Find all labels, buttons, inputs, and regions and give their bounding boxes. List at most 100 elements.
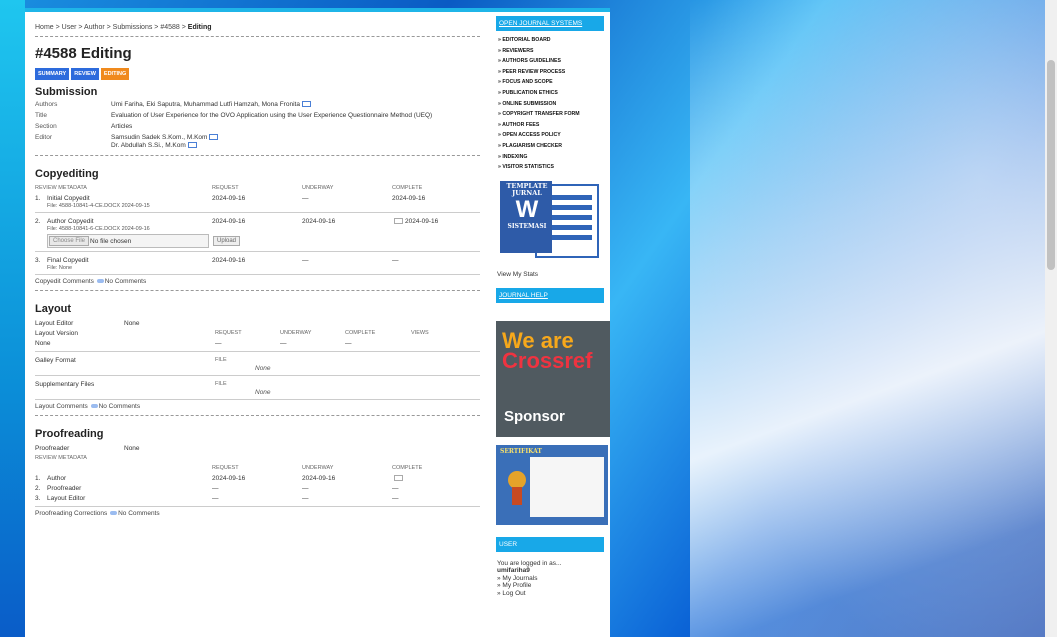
breadcrumb-submissions[interactable]: Submissions <box>113 24 153 31</box>
sidebar-item-plagiarism[interactable]: » PLAGIARISM CHECKER <box>498 141 610 152</box>
row-complete: — <box>392 494 399 502</box>
row-name: Author <box>47 474 67 482</box>
col-file: FILE <box>215 381 227 387</box>
sidebar-item-open-access[interactable]: » OPEN ACCESS POLICY <box>498 130 610 141</box>
comment-icon[interactable] <box>110 511 118 516</box>
col-complete: COMPLETE <box>392 465 423 471</box>
col-views: VIEWS <box>411 330 429 336</box>
journal-help-link[interactable]: JOURNAL HELP <box>496 287 604 303</box>
page-scrollbar[interactable] <box>1045 0 1057 637</box>
tab-summary[interactable]: SUMMARY <box>35 68 70 80</box>
file-link[interactable]: File: 4588-10841-6-CE.DOCX 2024-09-16 <box>35 226 480 232</box>
breadcrumb-author[interactable]: Author <box>84 24 105 31</box>
layout-heading: Layout <box>35 303 72 315</box>
col-underway: UNDERWAY <box>280 330 312 336</box>
row-name: Author Copyedit <box>47 217 94 225</box>
email-icon[interactable] <box>394 217 403 224</box>
sidebar-item-publication-ethics[interactable]: » PUBLICATION ETHICS <box>498 88 610 99</box>
ojs-link[interactable]: OPEN JOURNAL SYSTEMS <box>496 16 604 31</box>
supp-none: None <box>255 389 271 396</box>
sidebar-item-indexing[interactable]: » INDEXING <box>498 152 610 163</box>
col-file: FILE <box>215 357 227 363</box>
sidebar-item-visitor-stats[interactable]: » VISITOR STATISTICS <box>498 162 610 173</box>
my-profile-link[interactable]: » My Profile <box>488 582 610 590</box>
row-request: 2024-09-16 <box>212 474 246 482</box>
comment-icon[interactable] <box>90 404 98 409</box>
file-input[interactable]: Choose File No file chosen <box>47 234 209 248</box>
copyediting-heading: Copyediting <box>35 168 99 180</box>
row-complete: — <box>392 484 399 492</box>
row-underway: — <box>302 484 309 492</box>
col-request: REQUEST <box>212 185 239 191</box>
layout-complete: — <box>345 339 352 347</box>
copyedit-comments[interactable]: Copyedit Comments No Comments <box>35 278 480 285</box>
logout-link[interactable]: » Log Out <box>488 590 610 598</box>
choose-file-button[interactable]: Choose File <box>49 236 90 246</box>
file-link[interactable]: File: 4588-10841-4-CE.DOCX 2024-09-15 <box>35 203 480 209</box>
sidebar-item-author-fees[interactable]: » AUTHOR FEES <box>498 120 610 131</box>
authors-value: Umi Fariha, Eki Saputra, Muhammad Lutfi … <box>111 101 300 108</box>
row-number: 1. <box>35 474 41 482</box>
table-row: 2. Author Copyedit 2024-09-16 2024-09-16… <box>35 216 480 226</box>
page-title: #4588 Editing <box>35 45 132 62</box>
col-underway: UNDERWAY <box>302 185 334 191</box>
sidebar-item-peer-review[interactable]: » PEER REVIEW PROCESS <box>498 67 610 78</box>
editor-1: Samsudin Sadek S.Kom., M.Kom <box>111 134 208 141</box>
table-row: 2. Proofreader — — — <box>35 483 480 493</box>
breadcrumb: Home > User > Author > Submissions > #45… <box>35 24 212 31</box>
breadcrumb-user[interactable]: User <box>62 24 77 31</box>
crossref-sponsor-banner[interactable]: We are Crossref Sponsor <box>496 320 610 437</box>
col-review-metadata: REVIEW METADATA <box>35 185 87 191</box>
layout-editor-value: None <box>124 319 140 327</box>
row-name: Initial Copyedit <box>47 194 90 202</box>
col-complete: COMPLETE <box>392 185 423 191</box>
tab-bar: SUMMARY REVIEW EDITING <box>35 68 480 80</box>
layout-comments[interactable]: Layout Comments No Comments <box>35 403 480 410</box>
sidebar-item-reviewers[interactable]: » REVIEWERS <box>498 46 610 57</box>
email-icon[interactable] <box>301 101 311 108</box>
email-icon[interactable] <box>209 134 219 141</box>
col-review-metadata: REVIEW METADATA <box>35 455 87 461</box>
editor-label: Editor <box>35 134 52 141</box>
sidebar-item-authors-guidelines[interactable]: » AUTHORS GUIDELINES <box>498 56 610 67</box>
breadcrumb-id[interactable]: #4588 <box>160 24 179 31</box>
sidebar: OPEN JOURNAL SYSTEMS » EDITORIAL BOARD »… <box>488 12 610 637</box>
row-name: Final Copyedit <box>47 256 89 264</box>
certificate-title: SERTIFIKAT <box>500 447 542 455</box>
submission-heading: Submission <box>35 86 98 98</box>
scrollbar-thumb[interactable] <box>1047 60 1055 270</box>
view-my-stats-link[interactable]: View My Stats <box>488 261 610 278</box>
layout-underway: — <box>280 339 287 347</box>
username: umifariha9 <box>497 567 530 575</box>
sidebar-item-online-submission[interactable]: » ONLINE SUBMISSION <box>498 99 610 110</box>
my-journals-link[interactable]: » My Journals <box>488 575 610 583</box>
tab-editing[interactable]: EDITING <box>100 68 130 80</box>
sidebar-item-copyright-form[interactable]: » COPYRIGHT TRANSFER FORM <box>498 109 610 120</box>
row-request: — <box>212 494 219 502</box>
row-request: — <box>212 484 219 492</box>
email-icon[interactable] <box>187 142 197 149</box>
row-underway: 2024-09-16 <box>302 217 336 225</box>
tab-review[interactable]: REVIEW <box>71 68 99 80</box>
proofreading-corrections[interactable]: Proofreading Corrections No Comments <box>35 510 480 517</box>
row-underway: 2024-09-16 <box>302 474 336 482</box>
email-icon[interactable] <box>394 474 403 481</box>
certificate-image[interactable]: SERTIFIKAT <box>496 444 608 525</box>
sidebar-item-editorial-board[interactable]: » EDITORIAL BOARD <box>498 35 610 46</box>
sistemasi-text: SISTEMASI <box>507 222 547 230</box>
row-number: 2. <box>35 217 41 225</box>
breadcrumb-home[interactable]: Home <box>35 24 54 31</box>
file-link: File: None <box>47 265 73 271</box>
template-jurnal-logo[interactable]: TEMPLATE JURNAL W SISTEMASI <box>496 179 602 261</box>
word-w-icon: W <box>515 195 539 223</box>
galley-none: None <box>255 365 271 372</box>
layout-version-label: Layout Version <box>35 329 79 337</box>
comment-icon[interactable] <box>96 279 104 284</box>
row-name: Layout Editor <box>47 494 86 502</box>
upload-button[interactable]: Upload <box>213 236 241 246</box>
proofreading-heading: Proofreading <box>35 428 104 440</box>
proofreader-value: None <box>124 444 140 452</box>
layout-table: Layout Editor None Layout Version REQUEST… <box>35 318 480 410</box>
sidebar-item-focus-scope[interactable]: » FOCUS AND SCOPE <box>498 77 610 88</box>
col-request: REQUEST <box>212 465 239 471</box>
